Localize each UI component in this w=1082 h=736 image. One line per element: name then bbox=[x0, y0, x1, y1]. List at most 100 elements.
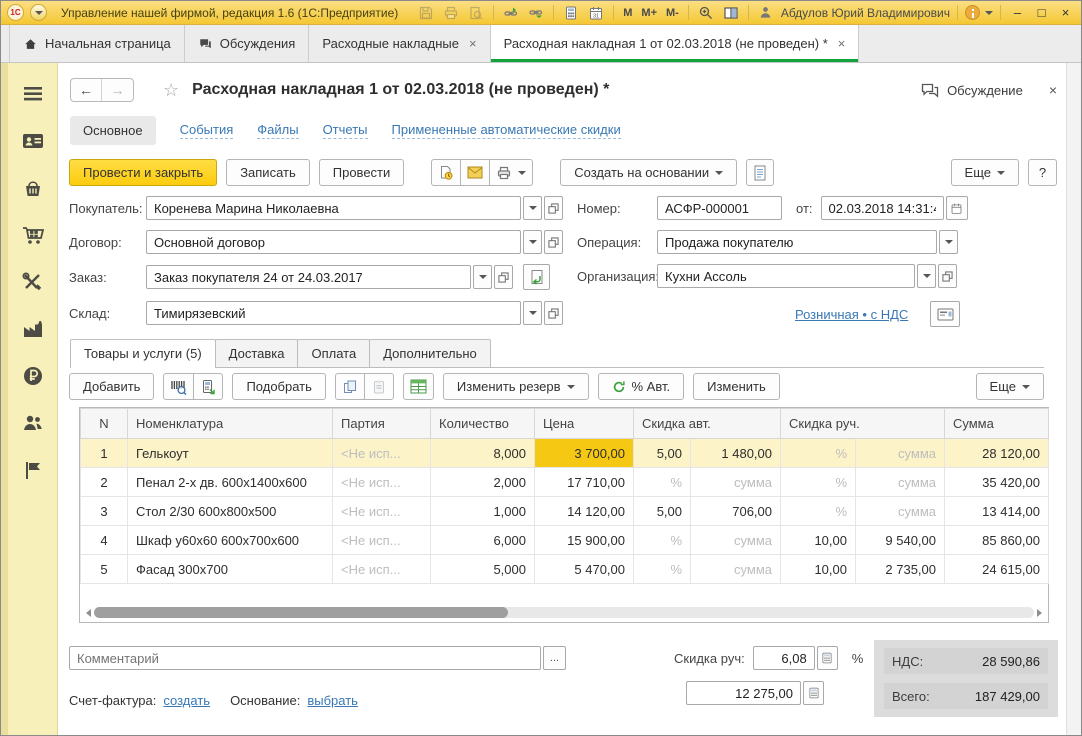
cell-manual-discount-pct[interactable]: % bbox=[780, 438, 856, 468]
cell-item[interactable]: Гелькоут bbox=[127, 438, 333, 468]
data-terminal-icon[interactable] bbox=[193, 373, 224, 400]
order-field[interactable] bbox=[146, 265, 471, 289]
tab-goods-services[interactable]: Товары и услуги (5) bbox=[70, 339, 216, 368]
cell-batch[interactable]: <Не исп... bbox=[332, 525, 431, 555]
current-user-name[interactable]: Абдулов Юрий Владимирович bbox=[781, 6, 950, 20]
close-form-icon[interactable]: × bbox=[1049, 82, 1057, 98]
post-and-close-button[interactable]: Провести и закрыть bbox=[69, 159, 218, 186]
sidebar-item-sales-icon[interactable] bbox=[21, 177, 45, 199]
cell-auto-discount-pct[interactable]: 5,00 bbox=[633, 438, 691, 468]
warehouse-open-icon[interactable] bbox=[544, 301, 563, 325]
create-based-on-button[interactable]: Создать на основании bbox=[560, 159, 738, 186]
cell-manual-discount-sum[interactable]: сумма bbox=[855, 438, 945, 468]
invoice-create-link[interactable]: создать bbox=[163, 693, 210, 708]
cell-manual-discount-pct[interactable]: % bbox=[780, 467, 856, 497]
print-preview-icon[interactable] bbox=[466, 3, 486, 22]
cell-sum[interactable]: 85 860,00 bbox=[944, 525, 1049, 555]
sidebar-item-money-icon[interactable] bbox=[21, 365, 45, 387]
cell-qty[interactable]: 6,000 bbox=[430, 525, 535, 555]
cell-price[interactable]: 5 470,00 bbox=[534, 554, 634, 584]
scrollbar-thumb[interactable] bbox=[94, 607, 508, 618]
minimize-button[interactable]: – bbox=[1008, 5, 1027, 20]
calculator-icon[interactable] bbox=[816, 646, 838, 670]
auto-discount-button[interactable]: % Авт. bbox=[597, 373, 685, 400]
sidebar-item-staff-icon[interactable] bbox=[21, 412, 45, 434]
calculator-icon[interactable] bbox=[561, 3, 581, 22]
tab-sales-invoice-document[interactable]: Расходная накладная 1 от 02.03.2018 (не … bbox=[490, 25, 860, 62]
cell-number[interactable]: 3 bbox=[80, 496, 128, 526]
calculator-icon[interactable] bbox=[803, 681, 824, 705]
post-button[interactable]: Провести bbox=[318, 159, 405, 186]
order-dropdown-button[interactable] bbox=[473, 265, 492, 289]
price-type-link[interactable]: Розничная • с НДС bbox=[795, 307, 908, 322]
change-reserve-button[interactable]: Изменить резерв bbox=[442, 373, 589, 400]
buyer-field[interactable] bbox=[146, 196, 521, 220]
col-header-auto-discount[interactable]: Скидка авт. bbox=[633, 408, 781, 439]
cell-batch[interactable]: <Не исп... bbox=[332, 438, 431, 468]
cell-manual-discount-pct[interactable]: 10,00 bbox=[780, 525, 856, 555]
tab-discussions[interactable]: Обсуждения bbox=[185, 25, 310, 62]
paste-rows-icon[interactable] bbox=[363, 373, 394, 400]
go-link-icon[interactable] bbox=[526, 3, 546, 22]
discussion-button[interactable]: Обсуждение bbox=[921, 83, 1023, 98]
manual-discount-pct-input[interactable] bbox=[752, 646, 815, 670]
tab-delivery[interactable]: Доставка bbox=[214, 339, 299, 367]
tab-home[interactable]: Начальная страница bbox=[9, 25, 185, 62]
back-button[interactable]: ← bbox=[71, 79, 102, 101]
cell-manual-discount-sum[interactable]: 2 735,00 bbox=[855, 554, 945, 584]
cell-manual-discount-sum[interactable]: 9 540,00 bbox=[855, 525, 945, 555]
sidebar-item-works-icon[interactable] bbox=[21, 271, 45, 293]
contract-field[interactable] bbox=[146, 230, 521, 254]
scroll-left-icon[interactable] bbox=[82, 608, 91, 617]
sidebar-item-production-icon[interactable] bbox=[21, 318, 45, 340]
cell-price[interactable]: 17 710,00 bbox=[534, 467, 634, 497]
cell-auto-discount-pct[interactable]: % bbox=[633, 554, 691, 584]
sidebar-item-company-icon[interactable] bbox=[21, 459, 45, 481]
more-actions-button[interactable]: Еще bbox=[950, 159, 1019, 186]
favorite-star-icon[interactable]: ☆ bbox=[163, 80, 179, 101]
cell-batch[interactable]: <Не исп... bbox=[332, 496, 431, 526]
cell-number[interactable]: 1 bbox=[80, 438, 128, 468]
table-row[interactable]: 2 Пенал 2-х дв. 600х1400х600 <Не исп... 2,0… bbox=[80, 467, 1049, 497]
go-to-order-button[interactable] bbox=[523, 264, 550, 290]
forward-button[interactable]: → bbox=[102, 79, 133, 101]
cell-auto-discount-sum[interactable]: сумма bbox=[690, 554, 781, 584]
tab-sales-invoices-list[interactable]: Расходные накладные × bbox=[309, 25, 491, 62]
warehouse-field[interactable] bbox=[146, 301, 521, 325]
comment-input[interactable] bbox=[69, 646, 541, 670]
cell-number[interactable]: 4 bbox=[80, 525, 128, 555]
cell-batch[interactable]: <Не исп... bbox=[332, 554, 431, 584]
cell-manual-discount-pct[interactable]: % bbox=[780, 496, 856, 526]
tab-payment[interactable]: Оплата bbox=[297, 339, 371, 367]
cell-qty[interactable]: 5,000 bbox=[430, 554, 535, 584]
vertical-scrollbar[interactable] bbox=[1066, 63, 1081, 735]
zoom-icon[interactable] bbox=[696, 3, 716, 22]
table-row[interactable]: 5 Фасад 300х700 <Не исп... 5,000 5 470,00% су… bbox=[80, 554, 1049, 584]
cell-sum[interactable]: 13 414,00 bbox=[944, 496, 1049, 526]
change-rows-button[interactable]: Изменить bbox=[693, 373, 780, 400]
cell-auto-discount-sum[interactable]: сумма bbox=[690, 525, 781, 555]
col-header-manual-discount[interactable]: Скидка руч. bbox=[780, 408, 945, 439]
calendar-icon[interactable]: 31 bbox=[586, 3, 606, 22]
table-row[interactable]: 1 Гелькоут <Не исп... 8,000 3 700,00 5,00 1 48… bbox=[80, 438, 1049, 468]
date-field[interactable] bbox=[820, 196, 944, 220]
buyer-dropdown-button[interactable] bbox=[523, 196, 542, 220]
cell-auto-discount-sum[interactable]: сумма bbox=[690, 467, 781, 497]
col-header-price[interactable]: Цена bbox=[534, 408, 634, 439]
cell-manual-discount-sum[interactable]: сумма bbox=[855, 467, 945, 497]
print-icon[interactable] bbox=[441, 3, 461, 22]
1c-logo-icon[interactable]: 1С bbox=[7, 4, 24, 21]
price-settings-icon[interactable] bbox=[930, 301, 961, 327]
manual-discount-sum-input[interactable] bbox=[686, 681, 801, 705]
table-row[interactable]: 3 Стол 2/30 600х800х500 <Не исп... 1,000 14 … bbox=[80, 496, 1049, 526]
number-field[interactable] bbox=[657, 196, 782, 220]
main-menu-button[interactable] bbox=[30, 4, 47, 21]
organization-field[interactable] bbox=[657, 264, 915, 288]
get-link-icon[interactable] bbox=[501, 3, 521, 22]
operation-field[interactable] bbox=[657, 230, 937, 254]
add-row-button[interactable]: Добавить bbox=[69, 373, 155, 400]
operation-dropdown-button[interactable] bbox=[939, 230, 958, 254]
cell-auto-discount-pct[interactable]: 5,00 bbox=[633, 496, 691, 526]
buyer-open-icon[interactable] bbox=[544, 196, 563, 220]
warehouse-dropdown-button[interactable] bbox=[523, 301, 542, 325]
